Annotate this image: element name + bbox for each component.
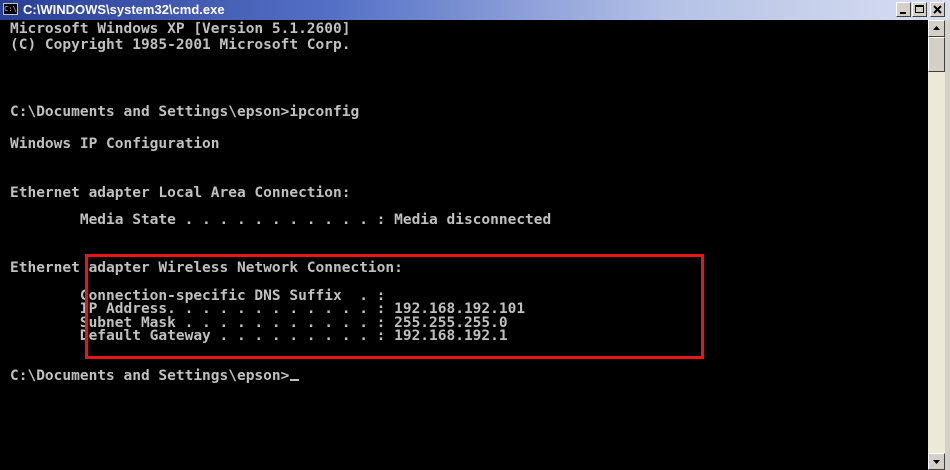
scroll-thumb[interactable]: [928, 37, 945, 72]
close-icon: [933, 5, 942, 14]
console-line: C:\Documents and Settings\epson>ipconfig: [10, 103, 360, 120]
cmd-icon[interactable]: C:\: [3, 3, 18, 15]
minimize-button[interactable]: [896, 2, 911, 17]
window-frame-edge: [945, 20, 950, 470]
maximize-button[interactable]: [912, 2, 927, 17]
window-title: C:\WINDOWS\system32\cmd.exe: [23, 2, 225, 17]
prompt-line: C:\Documents and Settings\epson>: [10, 368, 300, 385]
scroll-up-button[interactable]: [928, 20, 945, 37]
minimize-icon: [900, 12, 906, 14]
close-button[interactable]: [930, 2, 945, 17]
console-output[interactable]: Microsoft Windows XP [Version 5.1.2600] …: [10, 20, 928, 470]
cmd-window: C:\ C:\WINDOWS\system32\cmd.exe Microsof…: [0, 0, 950, 470]
arrow-up-icon: [933, 26, 940, 30]
console-line: Ethernet adapter Local Area Connection:: [10, 185, 351, 201]
prompt-text: C:\Documents and Settings\epson>: [10, 368, 290, 384]
scroll-down-button[interactable]: [928, 453, 945, 470]
console-line: Microsoft Windows XP [Version 5.1.2600]: [10, 21, 351, 37]
console-line: Media State . . . . . . . . . . . : Medi…: [10, 212, 552, 228]
console-line: (C) Copyright 1985-2001 Microsoft Corp.: [10, 36, 351, 53]
text-cursor: [290, 379, 300, 381]
console-line: Windows IP Configuration: [10, 136, 220, 152]
title-bar[interactable]: C:\ C:\WINDOWS\system32\cmd.exe: [0, 0, 950, 20]
vertical-scrollbar[interactable]: [928, 20, 945, 470]
arrow-down-icon: [933, 460, 940, 464]
ip-config-highlight-box: [85, 254, 704, 359]
maximize-icon: [915, 5, 924, 13]
